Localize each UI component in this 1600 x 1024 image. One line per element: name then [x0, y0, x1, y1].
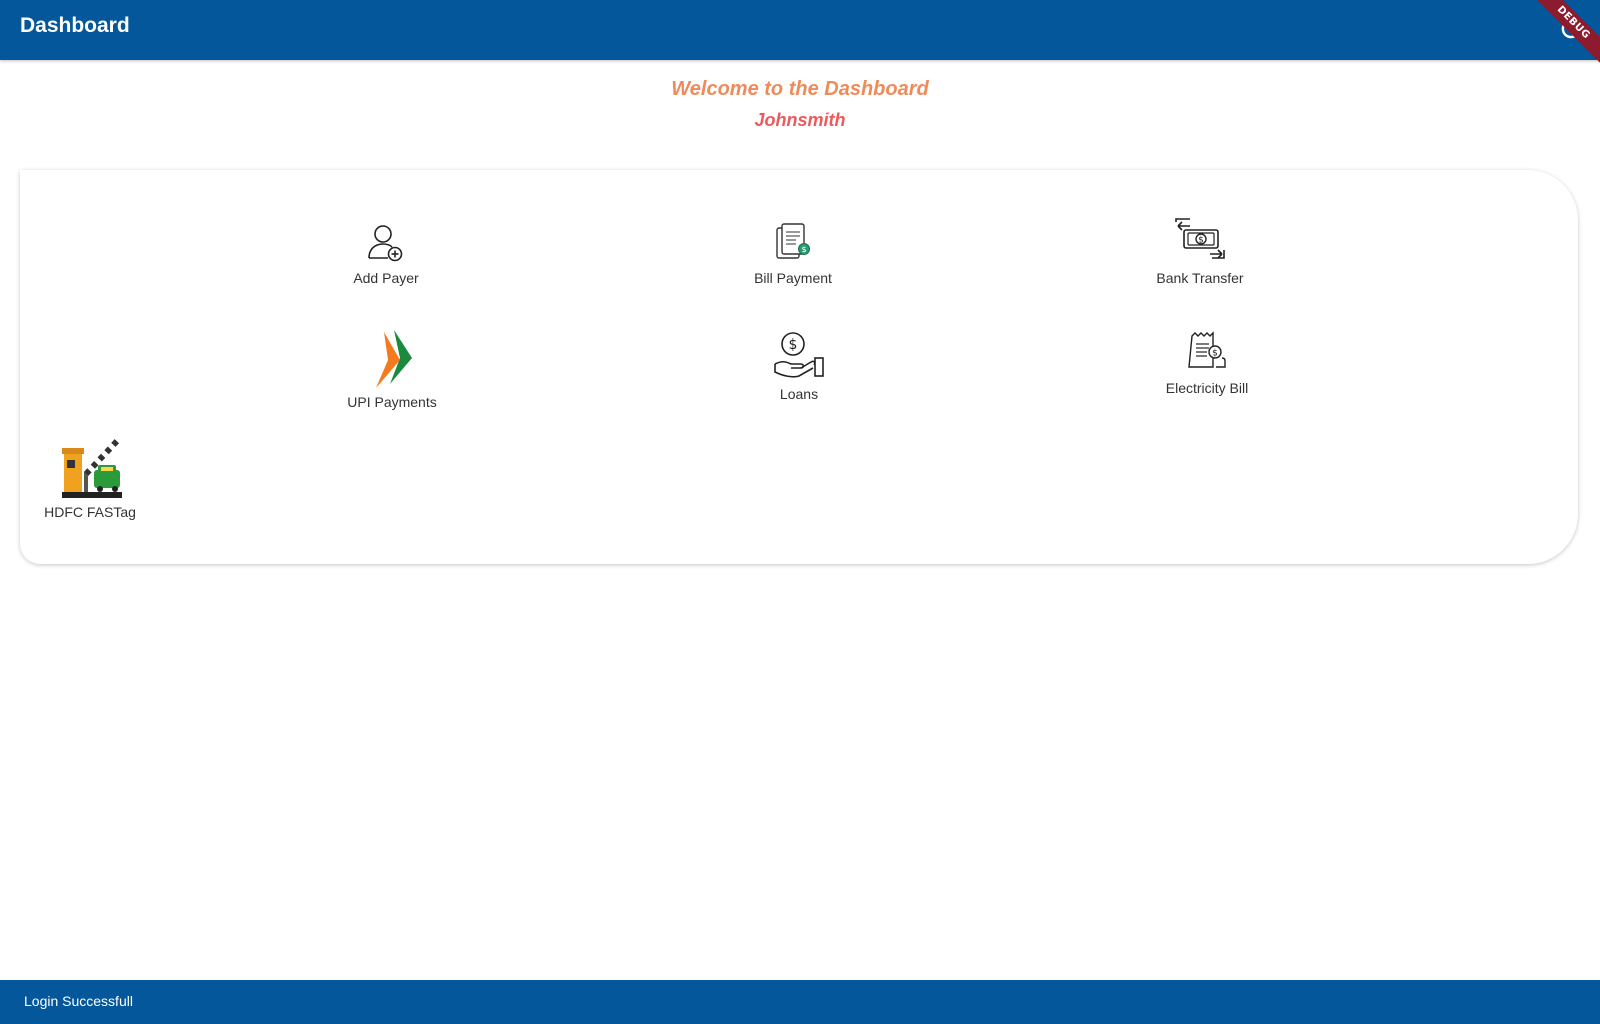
tile-bank-transfer[interactable]: $ Bank Transfer — [1100, 214, 1300, 286]
svg-text:$: $ — [789, 337, 798, 353]
hand-coin-icon: $ — [774, 332, 824, 378]
tile-loans[interactable]: $ Loans — [699, 330, 899, 402]
tile-label: Electricity Bill — [1165, 380, 1249, 396]
tile-label: UPI Payments — [347, 394, 437, 410]
tile-label: HDFC FASTag — [44, 504, 136, 520]
toll-booth-icon — [62, 437, 122, 498]
tile-hdfc-fastag[interactable]: HDFC FASTag — [0, 436, 190, 520]
app-bar: Dashboard — [0, 0, 1600, 60]
receipt-icon: $ — [1188, 331, 1226, 368]
tile-upi-payments[interactable]: UPI Payments — [292, 330, 492, 410]
svg-text:$: $ — [1212, 349, 1218, 359]
tile-electricity-bill[interactable]: $ Electricity Bill — [1107, 330, 1307, 396]
tile-label: Bill Payment — [754, 270, 832, 286]
tile-label: Bank Transfer — [1156, 270, 1244, 286]
snackbar-message: Login Successfull — [24, 993, 133, 1009]
tile-bill-payment[interactable]: $ Bill Payment — [693, 220, 893, 286]
power-icon[interactable] — [1558, 16, 1584, 42]
snackbar: Login Successfull — [0, 980, 1600, 1024]
add-user-icon — [368, 225, 403, 262]
page-title: Dashboard — [20, 14, 130, 37]
tile-add-payer[interactable]: Add Payer — [286, 220, 486, 286]
tile-label: Loans — [779, 386, 819, 402]
tile-label: Add Payer — [353, 270, 419, 286]
money-transfer-icon: $ — [1175, 218, 1225, 259]
bill-icon: $ — [776, 223, 810, 259]
svg-text:$: $ — [801, 245, 806, 254]
services-card: Add Payer $ Bill Payment $ Bank Transfer — [20, 170, 1578, 564]
welcome-heading: Welcome to the Dashboard — [671, 78, 929, 100]
upi-logo-icon — [376, 330, 412, 388]
username-label: Johnsmith — [754, 110, 846, 130]
svg-text:$: $ — [1198, 236, 1204, 246]
